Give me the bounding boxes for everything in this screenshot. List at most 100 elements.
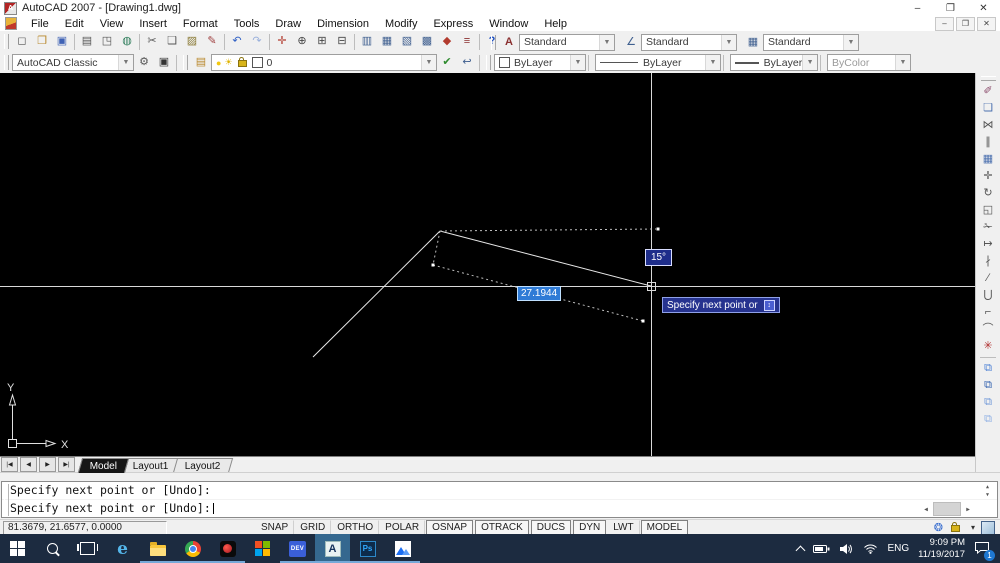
tab-prev-button[interactable]: ◀ <box>20 457 37 472</box>
menu-express[interactable]: Express <box>425 18 481 30</box>
quickcalc-button[interactable]: ≡ <box>457 31 477 52</box>
layer-properties-manager-button[interactable]: ▤ <box>191 52 211 73</box>
text-style-combo[interactable]: Standard ▼ <box>519 33 615 51</box>
chevron-down-icon[interactable]: ▼ <box>895 55 910 70</box>
layer-lock-icon[interactable] <box>237 57 247 67</box>
taskbar-chrome-button[interactable] <box>175 534 210 563</box>
rotate-button[interactable]: ↻ <box>979 185 998 202</box>
tab-next-button[interactable]: ▶ <box>39 457 56 472</box>
layer-on-bulb-icon[interactable]: ● <box>216 58 221 68</box>
save-button[interactable]: ▣ <box>52 31 72 52</box>
toggle-otrack[interactable]: OTRACK <box>475 520 529 535</box>
paste-button[interactable]: ▨ <box>182 31 202 52</box>
command-scroll-vertical[interactable]: ▲ ▼ <box>981 483 994 499</box>
join-button[interactable]: ⋃ <box>979 287 998 304</box>
taskbar-office-hub-button[interactable] <box>245 534 280 563</box>
drawing-canvas[interactable]: Y X 27.1944 15° Specify next point or ↕ <box>0 73 975 456</box>
restore-button[interactable]: ❐ <box>934 1 967 16</box>
plot-style-combo[interactable]: ByColor ▼ <box>827 54 911 71</box>
toolbar-grip[interactable] <box>980 76 996 81</box>
coordinate-readout[interactable]: 81.3679, 21.6577, 0.0000 <box>3 520 167 535</box>
toggle-dyn[interactable]: DYN <box>573 520 607 535</box>
taskbar-photos-button[interactable] <box>385 534 420 563</box>
copy-button[interactable]: ❏ <box>979 100 998 117</box>
menu-file[interactable]: File <box>23 18 57 30</box>
make-object-layer-current-button[interactable]: ✔ <box>437 52 457 73</box>
undo-button[interactable]: ↶ <box>227 31 247 52</box>
cut-button[interactable]: ✂ <box>142 31 162 52</box>
doc-close-button[interactable]: ✕ <box>977 16 996 31</box>
copy-clip-button[interactable]: ❑ <box>162 31 182 52</box>
redo-button[interactable]: ↷ <box>247 31 267 52</box>
start-button[interactable] <box>0 534 35 563</box>
chevron-down-icon[interactable]: ▼ <box>843 34 858 50</box>
toolbar-grip[interactable] <box>4 55 9 70</box>
break-at-point-button[interactable]: ∤ <box>979 253 998 270</box>
menu-help[interactable]: Help <box>536 18 575 30</box>
break-button[interactable]: ∕ <box>979 270 998 287</box>
task-view-button[interactable] <box>70 534 105 563</box>
draworder-send-to-back-button[interactable]: ⧉ <box>979 377 998 394</box>
taskbar-game-button[interactable] <box>210 534 245 563</box>
chamfer-button[interactable]: ⌐ <box>979 304 998 321</box>
text-style-icon[interactable]: A <box>499 32 519 52</box>
command-input-line[interactable]: Specify next point or [Undo]: <box>2 500 997 517</box>
menu-tools[interactable]: Tools <box>226 18 268 30</box>
layer-combo[interactable]: ● ☀ 0 ▼ <box>211 54 437 71</box>
close-button[interactable]: ✕ <box>967 1 1000 16</box>
menu-edit[interactable]: Edit <box>57 18 92 30</box>
layer-previous-button[interactable]: ↩ <box>457 52 477 73</box>
qnew-button[interactable]: ◻ <box>12 31 32 52</box>
taskbar-dev-cpp-button[interactable]: DEV <box>280 534 315 563</box>
taskbar-edge-button[interactable]: e <box>105 534 140 563</box>
taskbar-search-button[interactable] <box>35 534 70 563</box>
lineweight-control-combo[interactable]: ByLayer ▼ <box>730 54 818 71</box>
toggle-polar[interactable]: POLAR <box>379 520 426 535</box>
chevron-down-icon[interactable]: ▼ <box>570 55 585 70</box>
menu-view[interactable]: View <box>92 18 132 30</box>
fillet-button[interactable]: ⌒ <box>979 321 998 338</box>
draworder-bring-to-front-button[interactable]: ⧉ <box>979 360 998 377</box>
chevron-down-icon[interactable]: ▼ <box>118 55 133 70</box>
open-button[interactable]: ❐ <box>32 31 52 52</box>
color-control-combo[interactable]: ByLayer ▼ <box>494 54 586 71</box>
plot-preview-button[interactable]: ◳ <box>97 31 117 52</box>
volume-icon[interactable] <box>839 543 854 555</box>
clock[interactable]: 9:09 PM 11/19/2017 <box>918 537 965 560</box>
properties-palette-button[interactable]: ▥ <box>357 31 377 52</box>
scroll-up-icon[interactable]: ▲ <box>981 483 994 491</box>
command-window[interactable]: Specify next point or [Undo]: Specify ne… <box>1 481 998 518</box>
action-center-button[interactable]: 1 <box>974 541 995 561</box>
communication-center-icon[interactable]: ❂ <box>934 521 943 534</box>
tab-layout2[interactable]: Layout2 <box>172 458 233 473</box>
extend-button[interactable]: ↦ <box>979 236 998 253</box>
command-scroll-horizontal[interactable]: ◀ ▶ <box>919 502 975 516</box>
minimize-button[interactable]: – <box>901 1 934 16</box>
trim-button[interactable]: ✁ <box>979 219 998 236</box>
dynamic-distance-input[interactable]: 27.1944 <box>517 286 562 301</box>
mirror-button[interactable]: ⋈ <box>979 117 998 134</box>
menu-window[interactable]: Window <box>481 18 536 30</box>
erase-button[interactable]: ✐ <box>979 83 998 100</box>
toolbar-grip[interactable] <box>486 55 491 70</box>
toggle-grid[interactable]: GRID <box>294 520 332 535</box>
toolbar-grip[interactable] <box>183 55 188 70</box>
menu-draw[interactable]: Draw <box>267 18 309 30</box>
match-properties-button[interactable]: ✎ <box>202 31 222 52</box>
designcenter-button[interactable]: ▦ <box>377 31 397 52</box>
layer-freeze-sun-icon[interactable]: ☀ <box>224 57 232 68</box>
tab-model[interactable]: Model <box>77 458 130 473</box>
pan-button[interactable]: ✛ <box>272 31 292 52</box>
workspace-settings-button[interactable]: ⚙ <box>134 52 154 73</box>
plot-button[interactable]: ▤ <box>77 31 97 52</box>
doc-minimize-button[interactable]: – <box>935 16 954 31</box>
publish-button[interactable]: ◍ <box>117 31 137 52</box>
wifi-icon[interactable] <box>863 543 878 554</box>
toolbar-grip[interactable] <box>491 34 496 50</box>
zoom-window-button[interactable]: ⊞ <box>312 31 332 52</box>
linetype-control-combo[interactable]: ByLayer ▼ <box>595 54 721 71</box>
toggle-osnap[interactable]: OSNAP <box>426 520 474 535</box>
clean-screen-button[interactable] <box>981 520 995 535</box>
menu-modify[interactable]: Modify <box>377 18 425 30</box>
tool-palettes-button[interactable]: ▧ <box>397 31 417 52</box>
